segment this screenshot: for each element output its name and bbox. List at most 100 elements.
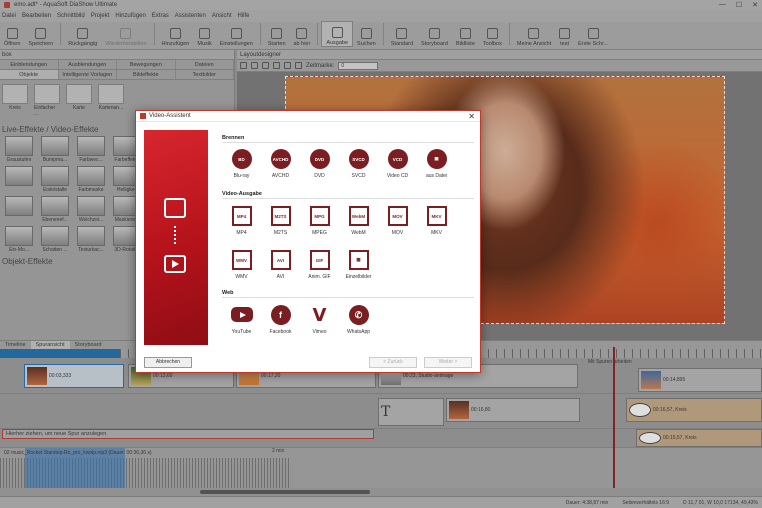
toolbar-button-14[interactable]: Toolbox [479, 21, 506, 47]
tab2-2[interactable]: Bildeffekte [117, 70, 176, 79]
back-button[interactable]: < Zurück [369, 357, 417, 368]
maximize-button[interactable]: ☐ [736, 1, 742, 9]
effect-item[interactable] [2, 196, 36, 223]
clip-5[interactable]: 00:14,895 [638, 368, 762, 392]
menu-item-6[interactable]: Assistenten [175, 13, 206, 19]
zoom-out-icon[interactable] [262, 62, 269, 69]
option-svcd[interactable]: SVCD SVCD [339, 149, 378, 179]
menu-item-0[interactable]: Datei [2, 13, 16, 19]
tab2-3[interactable]: Textbilder [176, 70, 234, 79]
option-facebook[interactable]: f Facebook [261, 305, 300, 335]
effect-item[interactable]: Farbwec... [74, 136, 108, 163]
clip-8[interactable]: 00:15,57, Kreis [636, 429, 762, 447]
toolbar-button-6[interactable]: Einstellungen [216, 21, 257, 47]
rotate-icon[interactable] [295, 62, 302, 69]
tab-1[interactable]: Ausblendungen [59, 60, 117, 69]
toolbar-button-9[interactable]: Ausgabe [321, 21, 354, 47]
select-tool-icon[interactable] [240, 62, 247, 69]
tab2-1[interactable]: Intelligente Vorlagen [59, 70, 117, 79]
toolbar-button-2[interactable]: Rückgängig [64, 21, 101, 47]
menu-item-3[interactable]: Projekt [91, 13, 110, 19]
toolbar-button-0[interactable]: Öffnen [0, 21, 24, 47]
option-whatsapp[interactable]: ✆ WhatsApp [339, 305, 378, 335]
option-mp4[interactable]: MP4 MP4 [222, 206, 261, 236]
zoom-in-icon[interactable] [251, 62, 258, 69]
option-aus-datei[interactable]: ▣ aus Datei [417, 149, 456, 179]
tab-2[interactable]: Bewegungen [117, 60, 176, 69]
tab-3[interactable]: Dateien [176, 60, 234, 69]
menu-item-4[interactable]: Hinzufügen [115, 13, 145, 19]
menu-item-2[interactable]: Schnittbild [57, 13, 85, 19]
toolbar-button-11[interactable]: Standard [387, 21, 417, 47]
menu-item-8[interactable]: Hilfe [238, 13, 250, 19]
effect-item[interactable]: Bumpma... [38, 136, 72, 163]
option-mkv[interactable]: MKV MKV [417, 206, 456, 236]
clip-7[interactable]: 00:16,57, Kreis [626, 398, 762, 422]
toolbar-button-12[interactable]: Storyboard [417, 21, 452, 47]
toolbar-button-10[interactable]: Suchen [353, 21, 380, 47]
effect-item[interactable] [2, 166, 36, 193]
scrollbar-thumb[interactable] [200, 490, 370, 494]
video-play-icon [164, 255, 186, 273]
option-mpeg[interactable]: MPG MPEG [300, 206, 339, 236]
toolbar-button-8[interactable]: ab hier [290, 21, 315, 47]
timeline-ruler-selection[interactable] [0, 349, 125, 358]
tab2-0[interactable]: Objekte [0, 70, 59, 79]
close-window-button[interactable]: ✕ [752, 1, 758, 9]
option-m2ts[interactable]: M2TS M2TS [261, 206, 300, 236]
object-item[interactable]: Einfacher ... [34, 84, 60, 117]
option-wmv[interactable]: WMV WMV [222, 250, 261, 280]
effect-item[interactable]: Farbmaske [74, 166, 108, 193]
timeline-scrollbar[interactable] [0, 488, 762, 496]
dialog-close-button[interactable]: ✕ [468, 112, 475, 121]
clip-6[interactable]: 00:16,80 [446, 398, 580, 422]
toolbar-button-4[interactable]: Hinzufügen [158, 21, 194, 47]
toolbar-button-5[interactable]: Musik [193, 21, 215, 47]
fit-icon[interactable] [273, 62, 280, 69]
object-item[interactable]: Karte [66, 84, 92, 117]
tab-0[interactable]: Einblendungen [0, 60, 59, 69]
menu-item-1[interactable]: Bearbeiten [22, 13, 51, 19]
object-item[interactable]: Kreis [2, 84, 28, 117]
effect-item[interactable]: Ebenenef... [38, 196, 72, 223]
option-avi[interactable]: AVI AVI [261, 250, 300, 280]
effect-item[interactable]: Graustufen [2, 136, 36, 163]
toolbar-button-1[interactable]: Speichern [24, 21, 57, 47]
toolbar-button-3[interactable]: Wiederherstellen [101, 21, 150, 47]
menu-item-5[interactable]: Extras [152, 13, 169, 19]
next-button[interactable]: Weiter > [424, 357, 472, 368]
option-dvd[interactable]: DVD DVD [300, 149, 339, 179]
audio-track[interactable]: 02 music_Rocket Starstep-Ro_pro_kwolp.mp… [0, 448, 762, 488]
grid-icon[interactable] [284, 62, 291, 69]
option-mov[interactable]: MOV MOV [378, 206, 417, 236]
option-vimeo[interactable]: V Vimeo [300, 305, 339, 336]
minimize-button[interactable]: — [719, 1, 726, 9]
option-youtube[interactable]: YouTube [222, 305, 261, 335]
toolbar-button-7[interactable]: Starten [264, 21, 290, 47]
clip-text[interactable]: T [378, 398, 444, 426]
effect-item[interactable]: Schatten ... [38, 226, 72, 253]
dvd-icon: DVD [309, 149, 330, 169]
option-avchd[interactable]: AVCHD AVCHD [261, 149, 300, 179]
cancel-button[interactable]: Abbrechen [144, 357, 192, 368]
effect-item[interactable]: Texturkac... [74, 226, 108, 253]
time-marker-combo[interactable]: 0 [338, 61, 379, 70]
option-webm[interactable]: WebM WebM [339, 206, 378, 236]
option-anim-gif[interactable]: GIF Anim. GIF [300, 250, 339, 280]
toolbar-button-15[interactable]: Meine Ansicht [513, 21, 555, 47]
menu-item-7[interactable]: Ansicht [212, 13, 232, 19]
toolbar-button-17[interactable]: Erste Schr... [574, 21, 612, 47]
effect-item[interactable]: Eiskristalle [38, 166, 72, 193]
object-item[interactable]: Kartenan... [98, 84, 124, 117]
toolbar-button-16[interactable]: test [555, 21, 574, 47]
clip-1[interactable]: 00:03,333 [24, 364, 124, 388]
effect-item[interactable]: Ein-Mo... [2, 226, 36, 253]
playhead[interactable] [613, 347, 615, 493]
option-blu-ray[interactable]: BD Blu-ray [222, 149, 261, 179]
toolbar-button-13[interactable]: Bildliste [452, 21, 479, 47]
toolbox-icon [486, 28, 498, 39]
effect-item[interactable]: Weichzei... [74, 196, 108, 223]
option-video-cd[interactable]: VCD Video CD [378, 149, 417, 179]
new-track-hint[interactable]: Hierher ziehen, um neue Spur anzulegen. [2, 429, 374, 439]
option-einzelbilder[interactable]: ▦ Einzelbilder [339, 250, 378, 280]
